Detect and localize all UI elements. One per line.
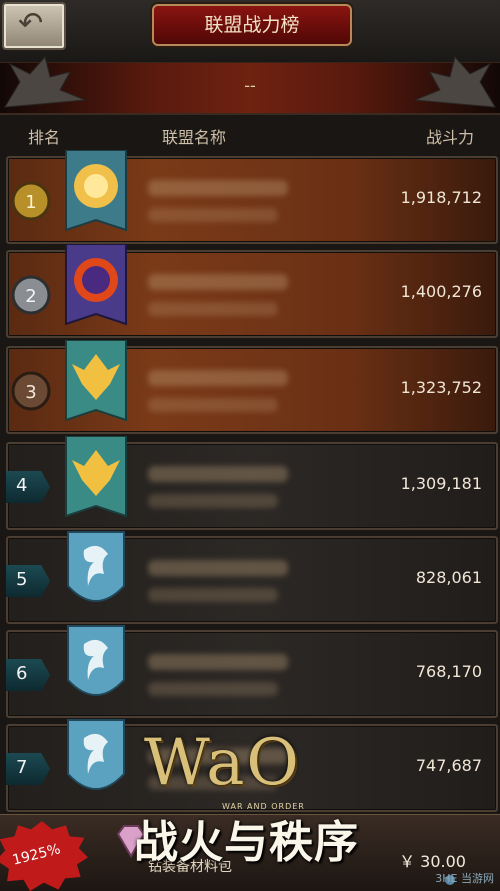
bronze-medal-icon: 3 — [11, 371, 51, 411]
back-button[interactable]: ↶ — [2, 2, 66, 50]
power-value: 768,170 — [415, 662, 482, 681]
gold-medal-icon: 1 — [11, 181, 51, 221]
back-arrow-icon: ↶ — [18, 6, 44, 41]
page-title: 联盟战力榜 — [204, 14, 300, 36]
svg-text:2: 2 — [25, 286, 36, 307]
rank-tab: 6 — [6, 659, 50, 691]
dragon-ornament-icon — [4, 55, 86, 108]
ranking-row[interactable]: 1 1,918,712 — [6, 150, 498, 244]
svg-text:1: 1 — [25, 192, 36, 213]
rank-tab: 5 — [6, 565, 50, 597]
eagle-crest-icon — [65, 340, 127, 422]
dragon-ornament-icon — [414, 55, 496, 108]
column-power-header: 战斗力 — [425, 128, 474, 147]
column-header-row: 排名 联盟名称 战斗力 — [0, 118, 500, 150]
power-value: 1,323,752 — [400, 378, 482, 397]
title-plate: 联盟战力榜 — [152, 4, 352, 46]
silver-medal-icon: 2 — [11, 275, 51, 315]
eagle-crest-icon — [65, 436, 127, 518]
logo-title: WaO — [144, 726, 301, 800]
power-value: 1,309,181 — [400, 474, 482, 493]
griffin-shield-icon — [67, 625, 125, 696]
power-value: 747,687 — [415, 756, 482, 775]
game-logo-overlay: WaO WAR AND ORDER 战火与秩序 — [130, 726, 390, 886]
ranking-row[interactable]: 5 828,061 — [6, 531, 498, 624]
sun-crest-icon — [65, 150, 127, 232]
ranking-row[interactable]: 2 1,400,276 — [6, 244, 498, 338]
price-button[interactable]: ￥ 30.00 — [399, 848, 466, 872]
fire-ring-crest-icon — [65, 244, 127, 326]
column-name-header: 联盟名称 — [162, 128, 227, 147]
column-rank-header: 排名 — [28, 128, 61, 147]
svg-text:3: 3 — [25, 382, 36, 403]
logo-subtitle: 战火与秩序 — [134, 817, 359, 868]
ranking-row[interactable]: 4 1,309,181 — [6, 436, 498, 530]
watermark: 3HE 当游网 — [435, 872, 494, 885]
ranking-row[interactable]: 6 768,170 — [6, 625, 498, 718]
power-value: 1,918,712 — [400, 188, 482, 207]
power-value: 828,061 — [415, 568, 482, 587]
griffin-shield-icon — [67, 719, 125, 790]
rank-tab: 7 — [6, 753, 50, 785]
rank-tab: 4 — [6, 471, 50, 503]
power-value: 1,400,276 — [400, 282, 482, 301]
griffin-shield-icon — [67, 531, 125, 602]
ranking-row[interactable]: 3 1,323,752 — [6, 340, 498, 434]
